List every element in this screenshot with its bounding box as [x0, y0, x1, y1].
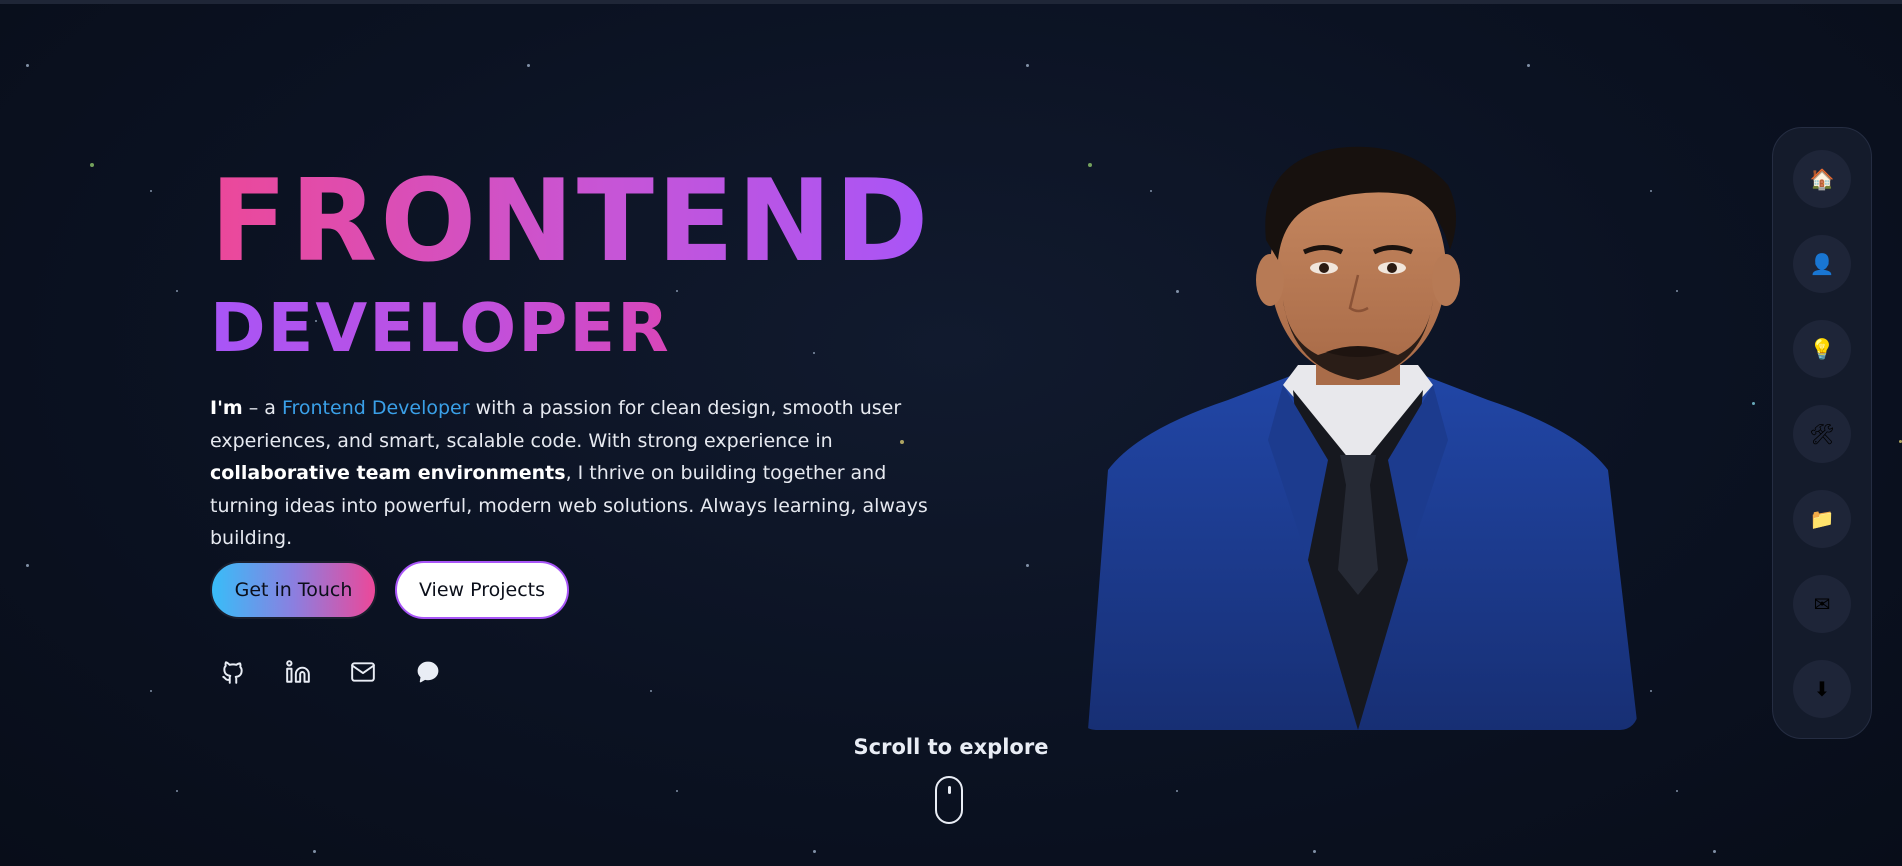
- nav-download-button[interactable]: ⬇: [1793, 660, 1851, 718]
- star-12: [1676, 290, 1678, 292]
- star-24: [676, 790, 678, 792]
- envelope-icon: ✉: [1813, 592, 1831, 616]
- star-18: [1026, 564, 1029, 567]
- hero-subtitle: DEVELOPER: [210, 289, 671, 367]
- star-0: [26, 64, 29, 67]
- star-1: [527, 64, 530, 67]
- star-20: [650, 690, 652, 692]
- mail-icon[interactable]: [347, 656, 379, 688]
- star-6: [150, 190, 152, 192]
- star-8: [1650, 190, 1652, 192]
- side-navigation: 🏠 👤 💡 🛠 📁 ✉ ⬇: [1772, 127, 1872, 739]
- home-icon: 🏠: [1809, 167, 1835, 191]
- intro-emphasis: collaborative team environments: [210, 462, 566, 484]
- star-14: [813, 352, 815, 354]
- hero-title: FRONTEND: [210, 155, 932, 287]
- folder-icon: 📁: [1809, 507, 1835, 531]
- intro-dash: – a: [242, 397, 282, 419]
- star-4: [90, 163, 94, 167]
- star-19: [150, 690, 152, 692]
- chat-icon[interactable]: [412, 656, 444, 688]
- star-28: [813, 850, 816, 853]
- view-projects-button[interactable]: View Projects: [395, 561, 569, 619]
- linkedin-icon[interactable]: [282, 656, 314, 688]
- lightbulb-icon: 💡: [1809, 337, 1835, 361]
- intro-paragraph: I'm – a Frontend Developer with a passio…: [210, 392, 950, 555]
- get-in-touch-button[interactable]: Get in Touch: [210, 561, 377, 619]
- star-27: [313, 850, 316, 853]
- scroll-hint: Scroll to explore: [853, 735, 1049, 759]
- star-30: [1713, 850, 1716, 853]
- mouse-scroll-icon[interactable]: [935, 776, 963, 824]
- intro-lead: I'm: [210, 397, 243, 419]
- star-25: [1176, 790, 1178, 792]
- star-23: [176, 790, 178, 792]
- user-icon: 👤: [1809, 252, 1835, 276]
- star-26: [1676, 790, 1678, 792]
- nav-home-button[interactable]: 🏠: [1793, 150, 1851, 208]
- intro-role-highlight: Frontend Developer: [281, 397, 470, 419]
- nav-about-button[interactable]: 👤: [1793, 235, 1851, 293]
- nav-skills-button[interactable]: 🛠: [1793, 405, 1851, 463]
- nav-projects-button[interactable]: 📁: [1793, 490, 1851, 548]
- profile-photo: [1078, 140, 1638, 730]
- hero-page: FRONTEND DEVELOPER I'm – a Frontend Deve…: [0, 0, 1902, 866]
- star-17: [26, 564, 29, 567]
- download-icon: ⬇: [1813, 677, 1831, 701]
- nav-contact-button[interactable]: ✉: [1793, 575, 1851, 633]
- github-icon[interactable]: [217, 656, 249, 688]
- star-16: [1752, 402, 1755, 405]
- mouse-wheel: [948, 786, 951, 794]
- nav-ideas-button[interactable]: 💡: [1793, 320, 1851, 378]
- star-9: [176, 290, 178, 292]
- star-3: [1527, 64, 1530, 67]
- star-29: [1313, 850, 1316, 853]
- star-2: [1026, 64, 1029, 67]
- star-22: [1650, 690, 1652, 692]
- star-10: [676, 290, 678, 292]
- tools-icon: 🛠: [1809, 422, 1835, 446]
